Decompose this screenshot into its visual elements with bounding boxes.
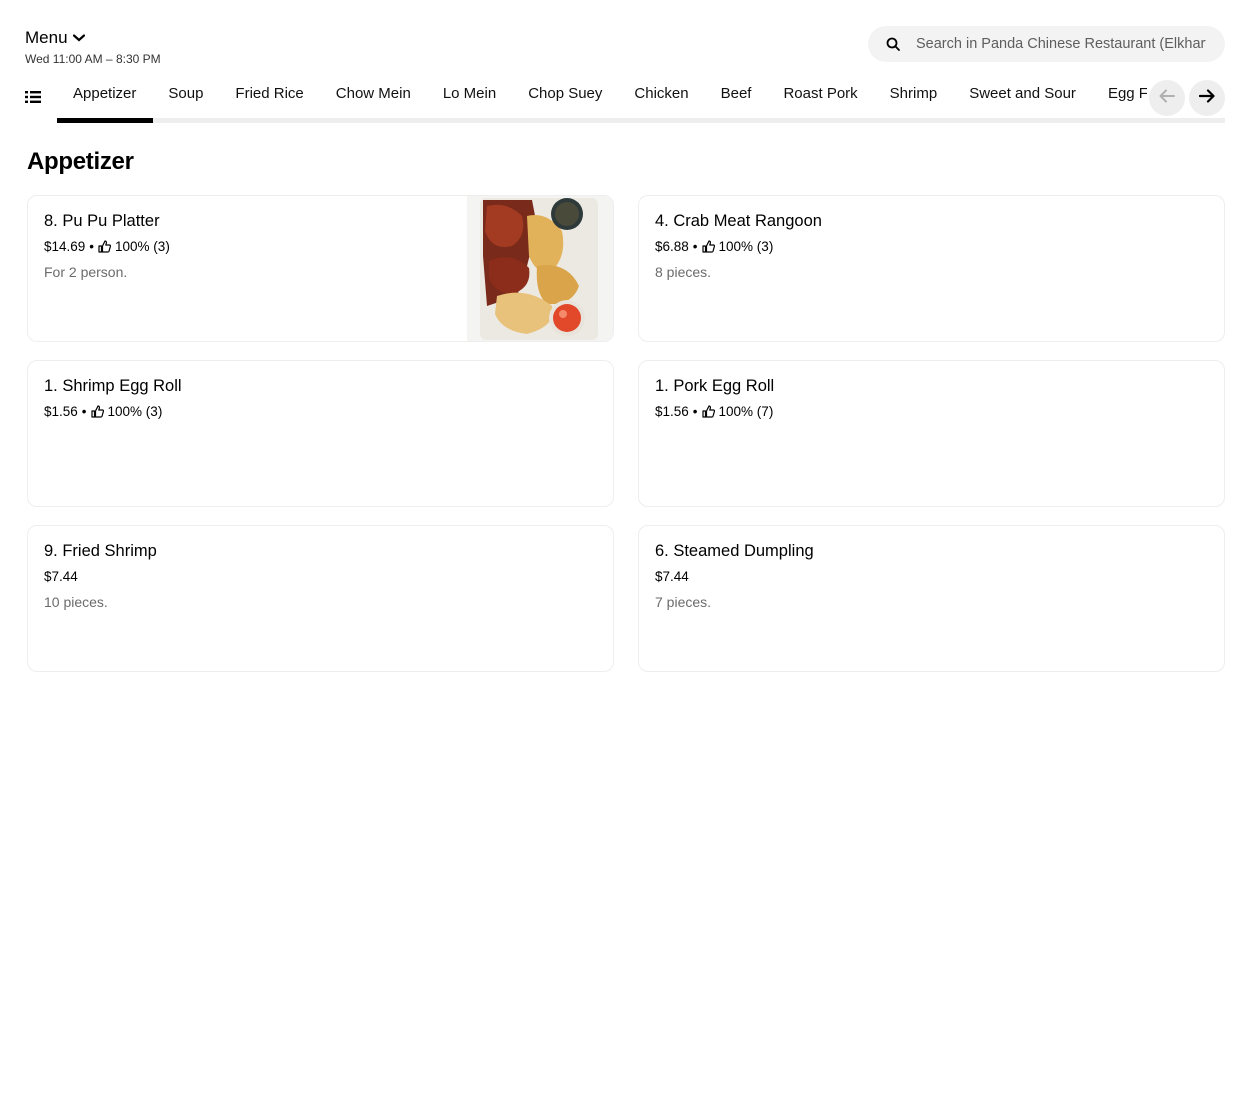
- tab-track: [57, 118, 1225, 123]
- thumbs-up-icon: [701, 240, 715, 253]
- menu-search-bar[interactable]: [868, 26, 1225, 62]
- item-rating: 100% (3): [718, 239, 774, 254]
- item-price: $1.56: [44, 404, 78, 419]
- menu-item-card[interactable]: 9. Fried Shrimp $7.44 10 pieces.: [27, 525, 614, 672]
- item-name: 1. Shrimp Egg Roll: [44, 377, 182, 395]
- search-input[interactable]: [916, 36, 1206, 52]
- item-rating: 100% (7): [718, 404, 774, 419]
- scroll-right-button[interactable]: [1189, 80, 1225, 116]
- item-description: For 2 person.: [44, 264, 128, 280]
- item-price: $7.44: [44, 569, 78, 584]
- item-name: 1. Pork Egg Roll: [655, 377, 775, 395]
- item-description: 10 pieces.: [44, 594, 108, 610]
- item-meta: $1.56 • 100% (3): [44, 404, 182, 419]
- category-tabs-row: Appetizer Soup Fried Rice Chow Mein Lo M…: [0, 76, 1250, 124]
- tab-soup[interactable]: Soup: [152, 76, 219, 112]
- menu-item-card[interactable]: 1. Pork Egg Roll $1.56 • 100% (7): [638, 360, 1225, 507]
- tab-shrimp[interactable]: Shrimp: [874, 76, 954, 112]
- category-tabs: Appetizer Soup Fried Rice Chow Mein Lo M…: [57, 76, 1147, 118]
- list-icon[interactable]: [25, 89, 41, 105]
- item-price: $7.44: [655, 569, 689, 584]
- item-description: 8 pieces.: [655, 264, 712, 280]
- menu-item-card[interactable]: 8. Pu Pu Platter $14.69 • 100% (3) For 2…: [27, 195, 614, 342]
- item-meta: $14.69 • 100% (3): [44, 239, 170, 254]
- item-meta: $6.88 • 100% (3): [655, 239, 822, 254]
- arrow-right-icon: [1198, 88, 1215, 108]
- item-name: 8. Pu Pu Platter: [44, 212, 160, 230]
- item-description: 7 pieces.: [655, 594, 712, 610]
- separator-dot: •: [692, 239, 698, 254]
- item-photo: [467, 196, 613, 341]
- thumbs-up-icon: [98, 240, 112, 253]
- tab-chow-mein[interactable]: Chow Mein: [320, 76, 427, 112]
- item-name: 9. Fried Shrimp: [44, 542, 157, 560]
- section-title: Appetizer: [27, 148, 134, 175]
- item-meta: $7.44: [44, 569, 157, 584]
- item-name: 6. Steamed Dumpling: [655, 542, 814, 560]
- item-price: $1.56: [655, 404, 689, 419]
- item-price: $14.69: [44, 239, 86, 254]
- separator-dot: •: [89, 239, 95, 254]
- search-icon: [886, 37, 900, 51]
- store-header: Menu Wed 11:00 AM – 8:30 PM: [25, 28, 161, 66]
- item-price: $6.88: [655, 239, 689, 254]
- store-hours: Wed 11:00 AM – 8:30 PM: [25, 52, 161, 66]
- tab-beef[interactable]: Beef: [705, 76, 768, 112]
- tab-chop-suey[interactable]: Chop Suey: [512, 76, 618, 112]
- arrow-left-icon: [1159, 89, 1175, 108]
- menu-item-card[interactable]: 1. Shrimp Egg Roll $1.56 • 100% (3): [27, 360, 614, 507]
- tab-chicken[interactable]: Chicken: [618, 76, 704, 112]
- chevron-down-icon: [72, 31, 86, 45]
- separator-dot: •: [81, 404, 87, 419]
- item-rating: 100% (3): [115, 239, 170, 254]
- item-meta: $7.44: [655, 569, 814, 584]
- item-name: 4. Crab Meat Rangoon: [655, 212, 822, 230]
- tab-egg-foo[interactable]: Egg Fo: [1092, 76, 1147, 112]
- thumbs-up-icon: [701, 405, 715, 418]
- menu-items-grid: 8. Pu Pu Platter $14.69 • 100% (3) For 2…: [27, 195, 1225, 672]
- menu-item-card[interactable]: 6. Steamed Dumpling $7.44 7 pieces.: [638, 525, 1225, 672]
- item-meta: $1.56 • 100% (7): [655, 404, 774, 419]
- tab-lo-mein[interactable]: Lo Mein: [427, 76, 512, 112]
- scroll-left-button[interactable]: [1149, 80, 1185, 116]
- active-tab-indicator: [57, 118, 153, 123]
- menu-item-card[interactable]: 4. Crab Meat Rangoon $6.88 • 100% (3) 8 …: [638, 195, 1225, 342]
- menu-dropdown[interactable]: Menu: [25, 28, 161, 48]
- tab-fried-rice[interactable]: Fried Rice: [219, 76, 319, 112]
- thumbs-up-icon: [90, 405, 104, 418]
- tab-sweet-and-sour[interactable]: Sweet and Sour: [953, 76, 1092, 112]
- menu-title: Menu: [25, 28, 68, 47]
- tab-appetizer[interactable]: Appetizer: [57, 76, 152, 112]
- tab-roast-pork[interactable]: Roast Pork: [767, 76, 873, 112]
- separator-dot: •: [692, 404, 698, 419]
- item-rating: 100% (3): [107, 404, 163, 419]
